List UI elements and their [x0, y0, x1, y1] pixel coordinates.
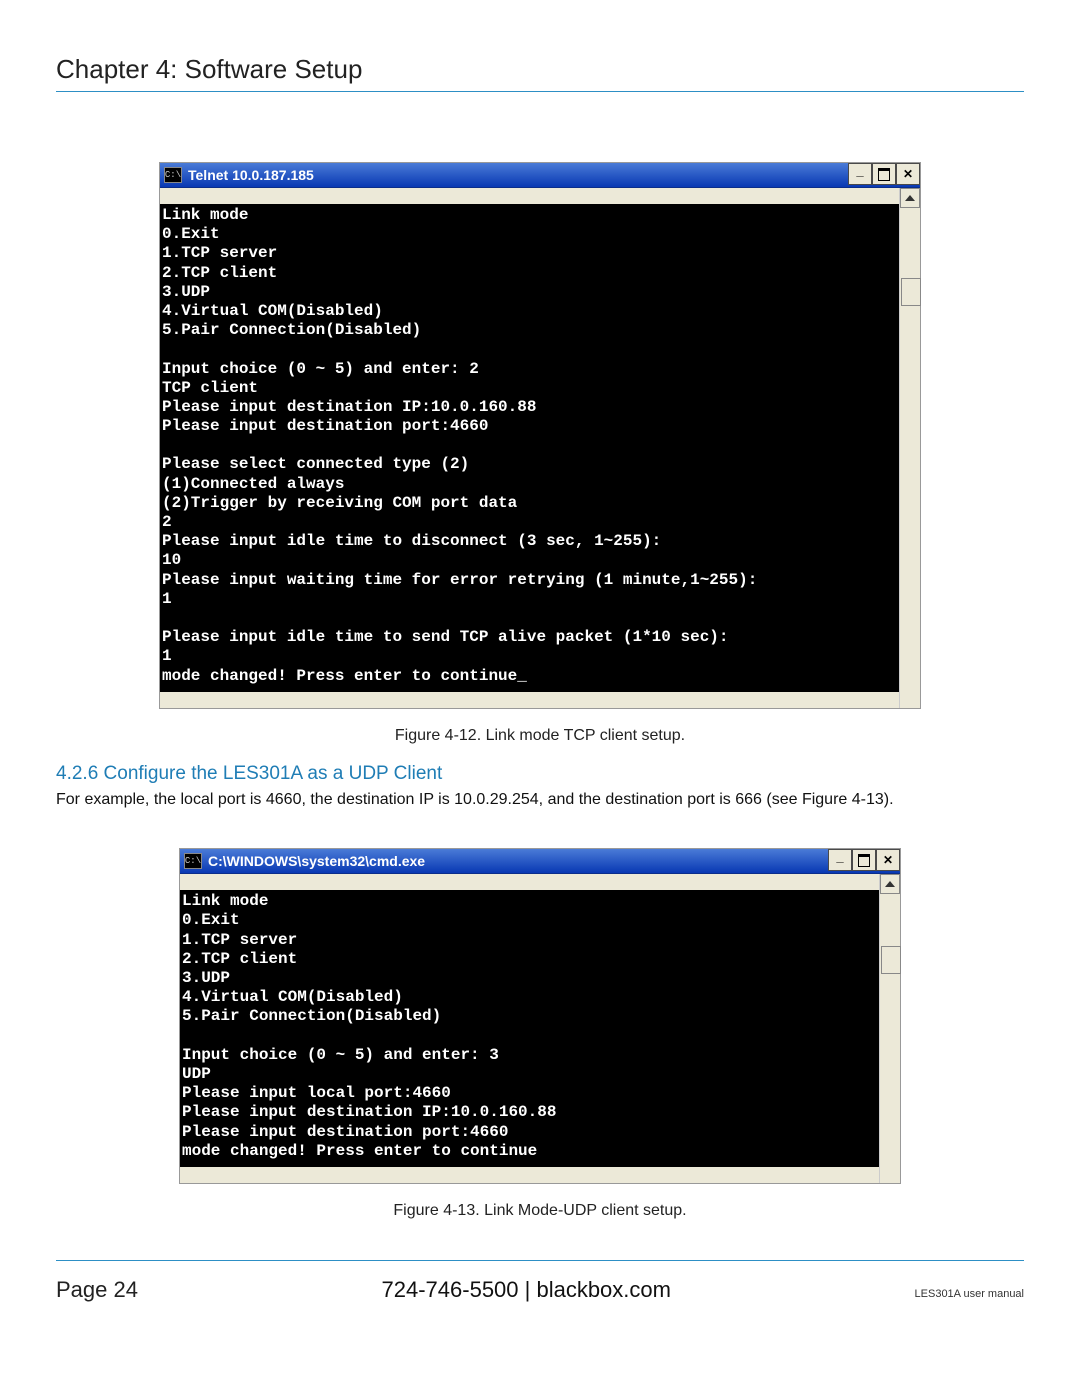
- cmd-window-fig13: C:\ C:\WINDOWS\system32\cmd.exe Link mod…: [179, 848, 901, 1184]
- window-buttons-fig13: [828, 849, 900, 873]
- window-title-fig12: Telnet 10.0.187.185: [188, 167, 848, 183]
- titlebar-fig13: C:\ C:\WINDOWS\system32\cmd.exe: [180, 849, 900, 874]
- title-underline: [56, 91, 1024, 92]
- scroll-up-icon[interactable]: [900, 188, 920, 208]
- chapter-title: Chapter 4: Software Setup: [56, 54, 1024, 85]
- footer-contact: 724-746-5500 | blackbox.com: [138, 1277, 915, 1303]
- telnet-window-fig12: C:\ Telnet 10.0.187.185 Link mode 0.Exit…: [159, 162, 921, 709]
- console-output-fig13: Link mode 0.Exit 1.TCP server 2.TCP clie…: [180, 890, 879, 1167]
- cmd-icon: C:\: [164, 167, 182, 183]
- titlebar-fig12: C:\ Telnet 10.0.187.185: [160, 163, 920, 188]
- window-title-fig13: C:\WINDOWS\system32\cmd.exe: [208, 853, 828, 869]
- minimize-button[interactable]: [828, 849, 852, 871]
- scroll-up-icon[interactable]: [880, 874, 900, 894]
- page-number: Page 24: [56, 1277, 138, 1303]
- scroll-thumb[interactable]: [901, 278, 921, 306]
- console-output-fig12: Link mode 0.Exit 1.TCP server 2.TCP clie…: [160, 204, 899, 692]
- close-button[interactable]: [896, 163, 920, 185]
- section-4-2-6-heading: 4.2.6 Configure the LES301A as a UDP Cli…: [56, 763, 1024, 785]
- close-button[interactable]: [876, 849, 900, 871]
- figure-13-caption: Figure 4-13. Link Mode-UDP client setup.: [56, 1202, 1024, 1220]
- maximize-button[interactable]: [852, 849, 876, 871]
- figure-12-caption: Figure 4-12. Link mode TCP client setup.: [56, 727, 1024, 745]
- maximize-button[interactable]: [872, 163, 896, 185]
- footer-rule: [56, 1260, 1024, 1261]
- section-4-2-6-paragraph: For example, the local port is 4660, the…: [56, 789, 1024, 811]
- minimize-button[interactable]: [848, 163, 872, 185]
- window-buttons-fig12: [848, 163, 920, 187]
- footer-manual-name: LES301A user manual: [915, 1288, 1024, 1300]
- cmd-icon: C:\: [184, 853, 202, 869]
- scroll-thumb[interactable]: [881, 946, 901, 974]
- scrollbar-fig13[interactable]: [879, 874, 900, 1183]
- scrollbar-fig12[interactable]: [899, 188, 920, 708]
